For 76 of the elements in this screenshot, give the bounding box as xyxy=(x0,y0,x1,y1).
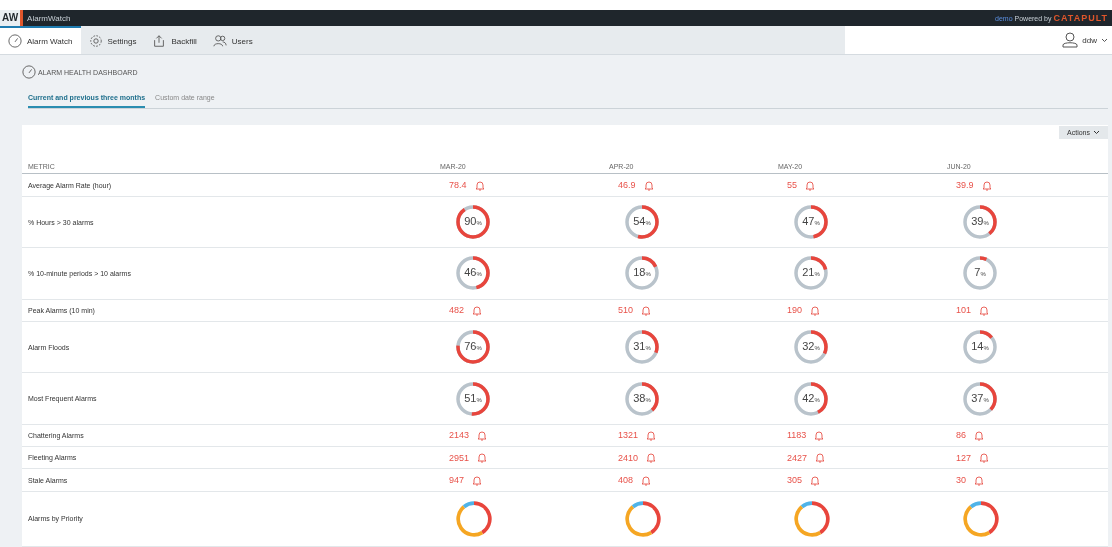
priority-donut-drawing xyxy=(624,499,662,538)
donut-ring xyxy=(455,329,491,366)
nav-tab[interactable]: Backfill xyxy=(144,26,205,54)
priority-donut-drawing xyxy=(793,499,831,538)
upload-icon xyxy=(152,34,167,48)
bell-icon xyxy=(974,474,984,486)
bell-icon xyxy=(474,179,485,191)
donut-ring xyxy=(793,329,829,366)
bell-icon xyxy=(472,474,483,486)
app-title: AlarmWatch xyxy=(27,13,71,23)
metric-value: 2427 xyxy=(787,452,808,463)
bell-icon xyxy=(979,452,990,464)
user-icon xyxy=(1062,32,1079,48)
nav-tab[interactable]: Users xyxy=(204,26,261,54)
donut-ring xyxy=(962,329,998,366)
metric-value: 30 xyxy=(956,475,966,486)
metric-value: 190 xyxy=(787,305,803,316)
user-menu[interactable]: ddw xyxy=(1082,35,1097,45)
brand-name: CATAPULT xyxy=(1053,13,1108,23)
app-logo: AW xyxy=(0,10,24,26)
bell-icon xyxy=(814,429,825,441)
metric-value: 2951 xyxy=(449,452,470,463)
bell-icon xyxy=(815,452,826,464)
chevron-icon xyxy=(1101,37,1108,43)
metric-value: 46.9 xyxy=(618,180,636,191)
metric-value: 39.9 xyxy=(956,180,974,191)
users-icon xyxy=(212,34,227,48)
donut-ring xyxy=(455,380,491,417)
donut-ring xyxy=(962,204,998,240)
nav-tab[interactable]: Settings xyxy=(80,26,145,54)
bell-icon xyxy=(646,429,657,441)
metric-value: 101 xyxy=(956,305,972,316)
gauge-icon xyxy=(8,34,22,48)
metric-value: 947 xyxy=(449,475,465,486)
bell-icon xyxy=(981,179,992,191)
priority-donut-drawing xyxy=(962,499,1000,538)
bell-icon xyxy=(472,304,483,316)
donut-ring xyxy=(962,380,998,417)
donut-ring xyxy=(793,380,829,417)
bell-icon xyxy=(477,452,488,464)
metric-value: 408 xyxy=(618,475,634,486)
chevron-icon xyxy=(1093,130,1100,135)
metric-value: 86 xyxy=(956,430,966,441)
bell-icon xyxy=(641,304,652,316)
bell-icon xyxy=(643,179,654,191)
bell-icon xyxy=(477,429,488,441)
priority-donut-drawing xyxy=(455,499,493,538)
donut-ring xyxy=(793,255,829,292)
metric-value: 78.4 xyxy=(449,180,467,191)
metric-value: 2410 xyxy=(618,452,639,463)
bell-icon xyxy=(805,179,815,191)
metric-value: 510 xyxy=(618,305,634,316)
bell-icon xyxy=(974,429,984,441)
donut-ring xyxy=(962,255,998,292)
bell-icon xyxy=(641,474,652,486)
metric-value: 482 xyxy=(449,305,465,316)
donut-ring xyxy=(624,204,660,240)
metric-value: 1321 xyxy=(618,430,639,441)
bell-icon xyxy=(810,304,821,316)
metric-value: 55 xyxy=(787,180,797,191)
metric-value: 2143 xyxy=(449,430,470,441)
gauge-icon xyxy=(22,65,36,79)
donut-ring xyxy=(624,380,660,417)
metric-value: 1183 xyxy=(787,430,807,441)
nav-tab[interactable]: Alarm Watch xyxy=(0,26,81,54)
bell-icon xyxy=(646,452,657,464)
donut-ring xyxy=(455,255,491,292)
metric-value: 305 xyxy=(787,475,803,486)
donut-ring xyxy=(624,255,660,292)
donut-ring xyxy=(793,204,829,240)
donut-ring xyxy=(455,204,491,240)
donut-ring xyxy=(624,329,660,366)
bell-icon xyxy=(979,304,990,316)
bell-icon xyxy=(810,474,821,486)
metric-value: 127 xyxy=(956,452,972,463)
settings-icon xyxy=(88,34,103,48)
